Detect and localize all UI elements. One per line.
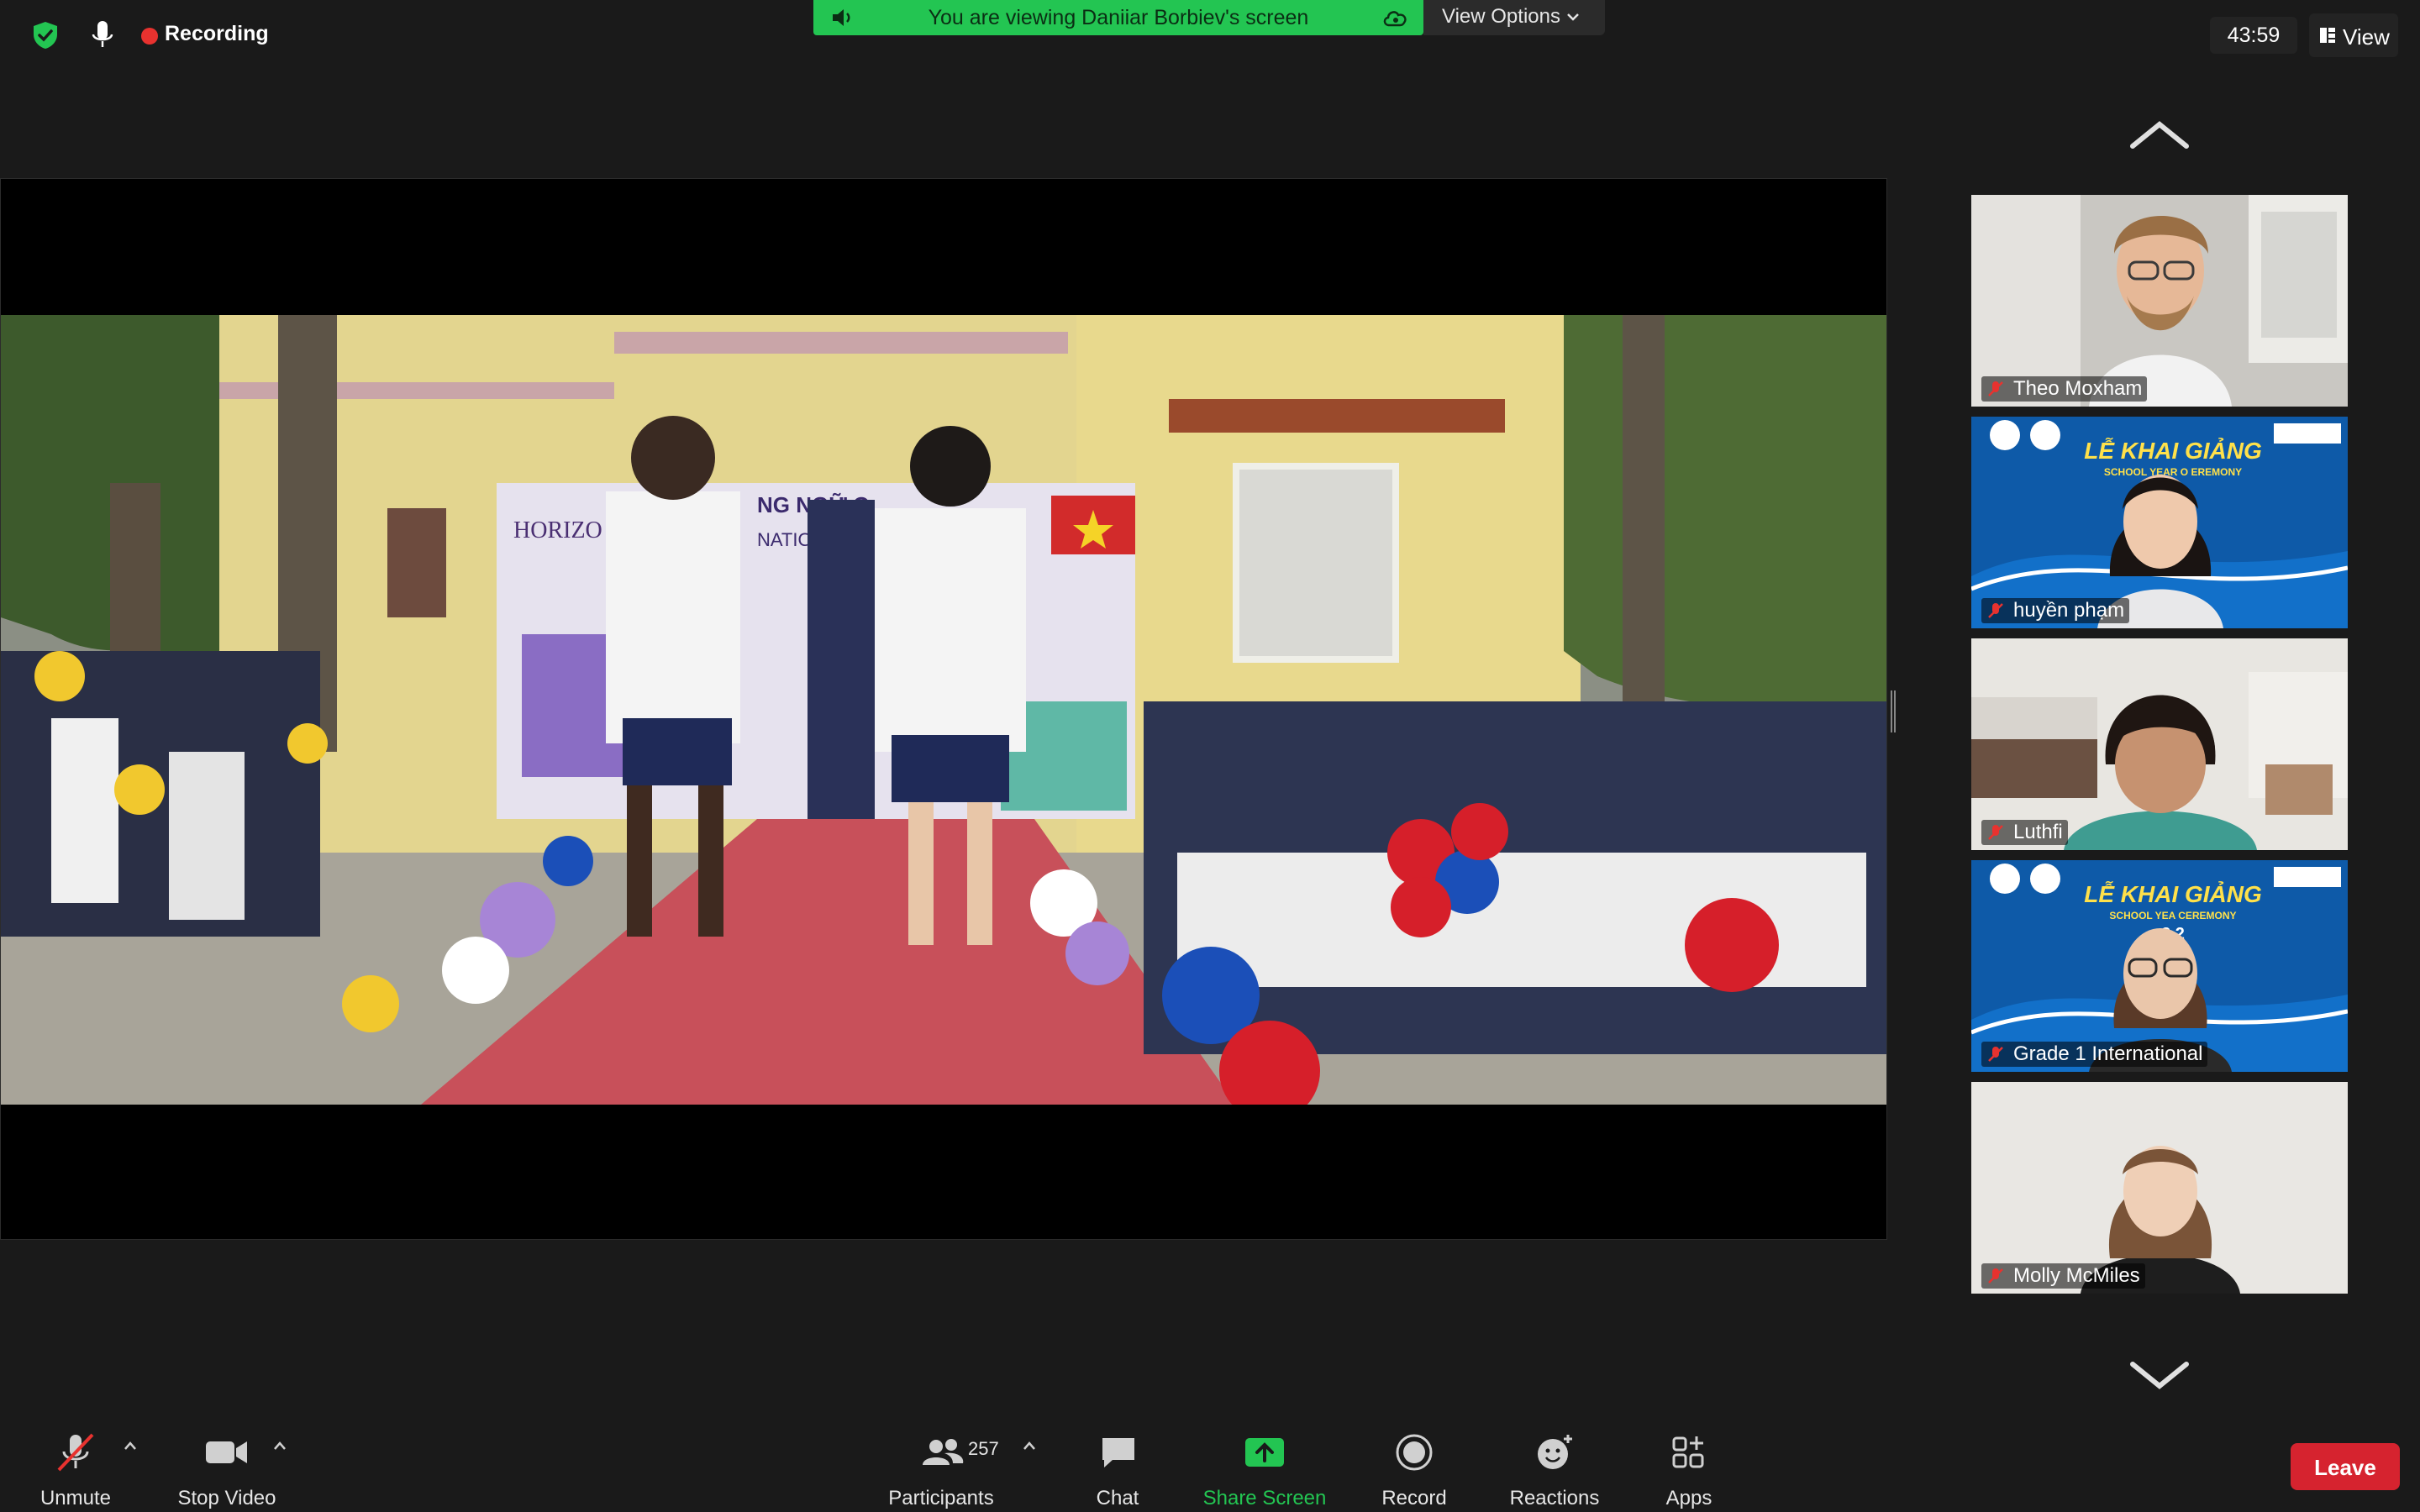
recording-label[interactable]: Recording: [165, 22, 269, 46]
participants-count: 257: [968, 1438, 999, 1459]
apps-grid-icon: [1672, 1436, 1704, 1468]
video-options-caret-icon[interactable]: [272, 1440, 287, 1452]
share-screen-label: Share Screen: [1202, 1487, 1327, 1509]
gallery-scroll-up-icon[interactable]: [2128, 119, 2191, 153]
video-logo-text: HORIZO: [513, 517, 602, 543]
participant-name: Molly McMiles: [2013, 1264, 2140, 1287]
stop-video-label: Stop Video: [177, 1487, 276, 1509]
video-camera-icon: [206, 1441, 247, 1463]
shared-screen-view[interactable]: HORIZO NG NGỮ Q NATIONAL: [0, 178, 1887, 1240]
muted-mic-icon: [1988, 381, 2003, 396]
participant-video: [1971, 638, 2348, 850]
participant-name: Grade 1 International: [2013, 1042, 2203, 1065]
muted-mic-icon: [1988, 603, 2003, 618]
participant-name-tag: huyền phạm: [1981, 598, 2130, 623]
chat-button[interactable]: Chat: [1067, 1421, 1168, 1512]
record-label: Record: [1381, 1487, 1447, 1509]
muted-mic-icon: [1988, 1047, 2003, 1062]
meeting-timer-text: 43:59: [2227, 24, 2281, 47]
muted-mic-icon: [1988, 1268, 2003, 1284]
leave-label: Leave: [2314, 1455, 2376, 1480]
meeting-toolbar: Unmute Stop Video 257 Participants Chat: [0, 1421, 2420, 1512]
participant-tile[interactable]: LỄ KHAI GIẢNG SCHOOL YEAR O EREMONY 20 h…: [1971, 417, 2348, 628]
cloud-recording-icon: [1383, 11, 1407, 27]
participant-video: LỄ KHAI GIẢNG SCHOOL YEAR O EREMONY 20: [1971, 417, 2348, 628]
participant-video: [1971, 1082, 2348, 1294]
apps-button[interactable]: Apps: [1639, 1421, 1739, 1512]
meeting-top-bar: Recording You are viewing Daniiar Borbie…: [0, 0, 2420, 71]
audio-options-caret-icon[interactable]: [123, 1440, 138, 1452]
record-icon: [1396, 1434, 1433, 1471]
meeting-timer: 43:59: [2210, 17, 2297, 54]
security-shield-icon[interactable]: [30, 20, 60, 50]
participant-tile[interactable]: LỄ KHAI GIẢNG SCHOOL YEA CEREMONY 2 2 Gr…: [1971, 860, 2348, 1072]
view-layout-button[interactable]: View: [2309, 13, 2398, 57]
shared-video-frame: HORIZO NG NGỮ Q NATIONAL: [1, 315, 1886, 1105]
participant-name-tag: Grade 1 International: [1981, 1042, 2208, 1067]
participant-name-tag: Molly McMiles: [1981, 1263, 2145, 1289]
chat-bubble-icon: [1102, 1438, 1134, 1467]
chat-label: Chat: [1096, 1487, 1139, 1509]
participant-name-tag: Theo Moxham: [1981, 376, 2148, 402]
participant-name: Luthfi: [2013, 821, 2063, 843]
participant-video: [1971, 195, 2348, 407]
participant-tile[interactable]: Theo Moxham: [1971, 195, 2348, 407]
view-options-label: View Options: [1442, 5, 1560, 28]
virtual-background-subtitle: SCHOOL YEA CEREMONY: [2109, 910, 2236, 921]
share-screen-arrow-icon: [1245, 1438, 1284, 1467]
unmute-button[interactable]: Unmute: [25, 1421, 126, 1512]
view-label: View: [2343, 24, 2390, 50]
muted-microphone-icon: [57, 1433, 94, 1472]
viewing-screen-text: You are viewing Daniiar Borbiev's screen: [928, 6, 1309, 29]
grid-view-icon: [2320, 28, 2335, 43]
screen-share-banner: You are viewing Daniiar Borbiev's screen: [813, 0, 1423, 35]
recording-indicator-dot: [141, 28, 158, 45]
reactions-emoji-icon: [1538, 1435, 1572, 1469]
leave-meeting-button[interactable]: Leave: [2291, 1443, 2400, 1490]
reactions-label: Reactions: [1509, 1487, 1600, 1509]
participant-name: Theo Moxham: [2013, 377, 2143, 400]
audio-status-mic-icon[interactable]: [87, 18, 118, 52]
unmute-label: Unmute: [39, 1487, 112, 1509]
participants-label: Participants: [888, 1487, 994, 1509]
record-button[interactable]: Record: [1361, 1421, 1467, 1512]
virtual-background-subtitle: SCHOOL YEAR O EREMONY: [2104, 466, 2242, 478]
participants-options-caret-icon[interactable]: [1022, 1440, 1037, 1452]
participant-name: huyền phạm: [2013, 599, 2125, 622]
apps-label: Apps: [1665, 1487, 1712, 1509]
panel-resize-handle[interactable]: [1891, 690, 1896, 732]
gallery-scroll-down-icon[interactable]: [2128, 1357, 2191, 1391]
virtual-background-title: LỄ KHAI GIẢNG: [2084, 437, 2262, 464]
view-options-button[interactable]: View Options: [1423, 0, 1605, 35]
share-screen-button[interactable]: Share Screen: [1193, 1421, 1336, 1512]
participant-video: LỄ KHAI GIẢNG SCHOOL YEA CEREMONY 2 2: [1971, 860, 2348, 1072]
stop-video-button[interactable]: Stop Video: [168, 1421, 286, 1512]
participant-name-tag: Luthfi: [1981, 820, 2068, 845]
chevron-down-icon: [1567, 13, 1579, 21]
muted-mic-icon: [1988, 825, 2003, 840]
participant-tile[interactable]: Molly McMiles: [1971, 1082, 2348, 1294]
participant-tile[interactable]: Luthfi: [1971, 638, 2348, 850]
virtual-background-title: LỄ KHAI GIẢNG: [2084, 880, 2262, 907]
reactions-button[interactable]: Reactions: [1496, 1421, 1613, 1512]
participants-icon: [923, 1439, 964, 1465]
participants-button[interactable]: 257 Participants: [874, 1421, 1008, 1512]
